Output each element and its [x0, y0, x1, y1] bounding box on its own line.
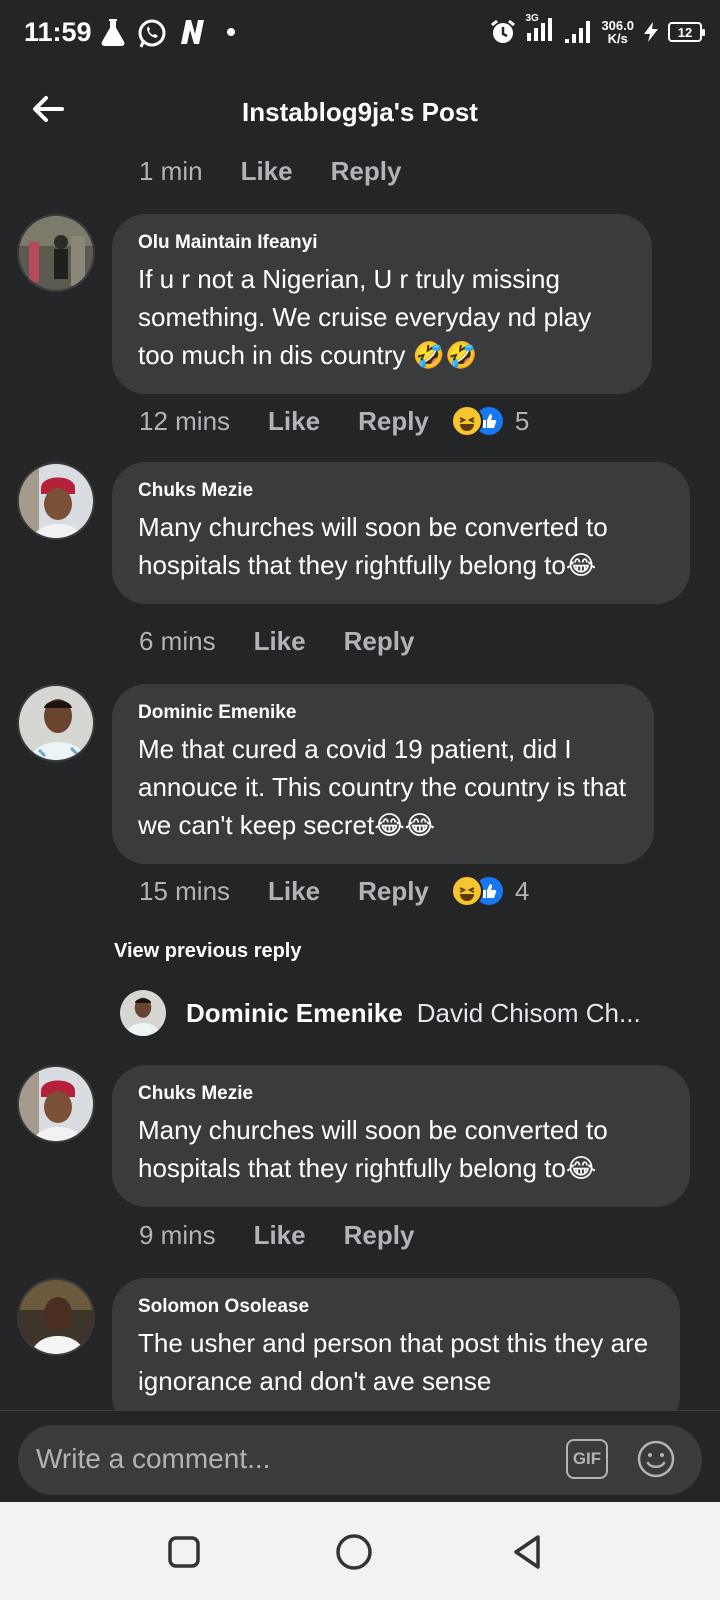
comment-composer-bar: Write a comment... GIF — [0, 1410, 720, 1502]
reaction-count: 5 — [514, 405, 530, 436]
battery-indicator: 12 — [668, 22, 705, 42]
laughing-emoji-icon: 🤣🤣 — [412, 340, 478, 370]
network-type: 3G — [525, 12, 539, 24]
avatar[interactable] — [17, 214, 95, 292]
laughing-emoji-icon: 😂😂 — [374, 810, 435, 840]
commenter-name[interactable]: Chuks Mezie — [138, 480, 664, 502]
reply-snippet: David Chisom Ch... — [416, 997, 641, 1028]
alarm-icon — [491, 19, 516, 43]
signal-3g: 3G — [525, 13, 555, 48]
comment-bubble: Olu Maintain Ifeanyi If u r not a Nigeri… — [112, 214, 652, 394]
home-circle-icon[interactable] — [334, 1532, 374, 1572]
comment-meta-row: 12 mins Like Reply 5 — [139, 405, 529, 437]
like-button[interactable]: Like — [254, 1220, 306, 1251]
comment-bubble: Dominic Emenike Me that cured a covid 19… — [112, 684, 654, 864]
like-button[interactable]: Like — [254, 626, 306, 657]
commenter-name[interactable]: Chuks Mezie — [138, 1083, 664, 1105]
comment-text: The usher and person that post this they… — [138, 1328, 649, 1396]
charging-icon — [644, 22, 658, 42]
comment-text: If u r not a Nigerian, U r truly missing… — [138, 264, 592, 370]
comment-meta-row: 1 min Like Reply — [139, 156, 439, 187]
commenter-name[interactable]: Dominic Emenike — [138, 702, 628, 724]
comment-time: 1 min — [139, 156, 203, 186]
reply-button[interactable]: Reply — [331, 156, 402, 187]
recents-square-icon[interactable] — [164, 1532, 204, 1572]
reply-button[interactable]: Reply — [344, 1220, 415, 1251]
whatsapp-icon — [138, 19, 166, 48]
avatar — [120, 990, 166, 1036]
view-previous-reply-link[interactable]: View previous reply — [114, 940, 302, 963]
avatar[interactable] — [17, 462, 95, 540]
haha-reaction-icon — [450, 875, 483, 907]
avatar[interactable] — [17, 1278, 95, 1356]
signal-icon-2 — [565, 21, 591, 43]
gif-button[interactable]: GIF — [566, 1439, 608, 1479]
reaction-summary[interactable]: 5 — [450, 405, 530, 437]
comment-meta-row: 6 mins Like Reply — [139, 626, 452, 657]
commenter-name[interactable]: Solomon Osolease — [138, 1296, 654, 1318]
commenter-name[interactable]: Olu Maintain Ifeanyi — [138, 232, 626, 254]
laughing-emoji-icon: 😂 — [565, 550, 597, 580]
reply-button[interactable]: Reply — [358, 876, 429, 907]
comment-bubble: Chuks Mezie Many churches will soon be c… — [112, 1065, 690, 1207]
comment-bubble: Solomon Osolease The usher and person th… — [112, 1278, 680, 1430]
avatar[interactable] — [17, 684, 95, 762]
comment-bubble: Chuks Mezie Many churches will soon be c… — [112, 462, 690, 604]
haha-reaction-icon — [450, 405, 483, 437]
post-header: Instablog9ja's Post — [0, 75, 720, 145]
like-button[interactable]: Like — [268, 406, 320, 437]
dot-icon — [227, 28, 235, 36]
back-triangle-icon[interactable] — [508, 1532, 548, 1572]
reaction-count: 4 — [514, 875, 530, 906]
comment-time: 9 mins — [139, 1220, 216, 1250]
status-time: 11:59 — [24, 17, 92, 47]
comment-time: 15 mins — [139, 875, 231, 906]
laughing-emoji-icon: 😂 — [565, 1153, 597, 1183]
like-button[interactable]: Like — [241, 156, 293, 187]
reply-preview[interactable]: Dominic Emenike David Chisom Ch... — [120, 990, 641, 1036]
reply-button[interactable]: Reply — [344, 626, 415, 657]
emoji-picker-icon[interactable] — [636, 1439, 676, 1479]
comment-meta-row: 15 mins Like Reply 4 — [139, 875, 529, 907]
comment-text: Many churches will soon be converted to … — [138, 512, 608, 580]
comment-time: 12 mins — [139, 405, 231, 436]
reply-button[interactable]: Reply — [358, 406, 429, 437]
system-nav-bar — [0, 1502, 720, 1600]
network-speed: 306.0 K/s — [601, 18, 634, 46]
status-bar: 11:59 3G 306.0 K/s 12 — [0, 0, 720, 66]
reply-author-name: Dominic Emenike — [186, 997, 403, 1028]
status-right-cluster: 3G 306.0 K/s 12 — [489, 13, 705, 50]
comment-time: 6 mins — [139, 626, 216, 656]
comment-meta-row: 9 mins Like Reply — [139, 1220, 452, 1251]
comment-composer[interactable]: Write a comment... GIF — [18, 1425, 702, 1495]
avatar[interactable] — [17, 1065, 95, 1143]
like-button[interactable]: Like — [268, 876, 320, 907]
comment-text: Many churches will soon be converted to … — [138, 1115, 608, 1183]
lab-flask-icon — [101, 19, 125, 46]
reaction-summary[interactable]: 4 — [450, 875, 530, 907]
comment-text: Me that cured a covid 19 patient, did I … — [138, 734, 627, 840]
app-n-icon — [181, 20, 204, 44]
page-title: Instablog9ja's Post — [242, 97, 478, 127]
comment-input[interactable]: Write a comment... — [36, 1443, 270, 1475]
